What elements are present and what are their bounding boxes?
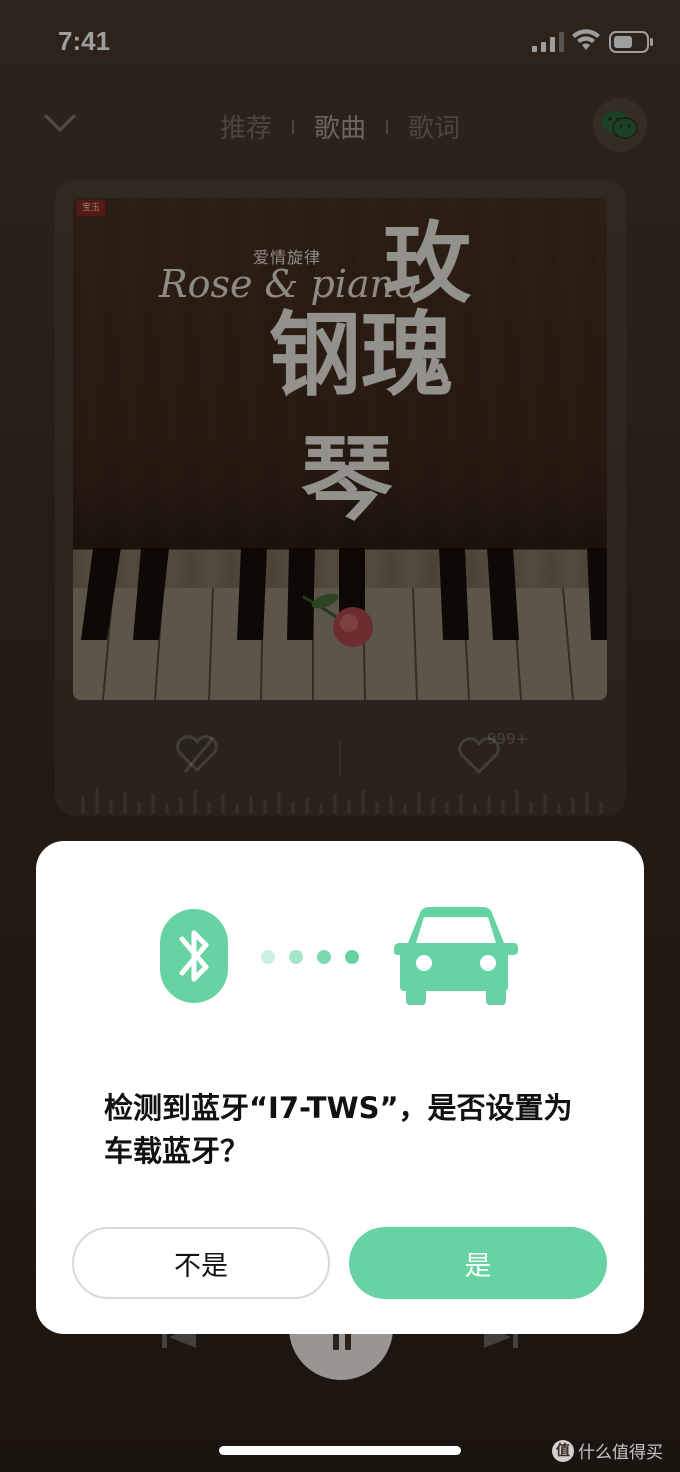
connecting-dots-icon	[261, 950, 359, 964]
car-bluetooth-dialog: 检测到蓝牙“I7-TWS”，是否设置为车载蓝牙？ 不是 是	[36, 841, 644, 1334]
watermark-logo-icon: 值	[552, 1439, 574, 1462]
car-icon	[394, 907, 518, 1005]
dialog-message: 检测到蓝牙“I7-TWS”，是否设置为车载蓝牙？	[104, 1091, 573, 1168]
watermark-text: 什么值得买	[578, 1443, 663, 1463]
player-screen: 7:41 推荐 歌曲 歌词 宝玉 爱情旋律 Rose & piano 玫 钢瑰 …	[0, 0, 680, 1472]
watermark: 值 什么值得买	[552, 1438, 663, 1463]
bluetooth-icon	[160, 909, 228, 1003]
confirm-button[interactable]: 是	[349, 1227, 607, 1299]
home-indicator[interactable]	[219, 1446, 461, 1455]
decline-button[interactable]: 不是	[72, 1227, 330, 1299]
